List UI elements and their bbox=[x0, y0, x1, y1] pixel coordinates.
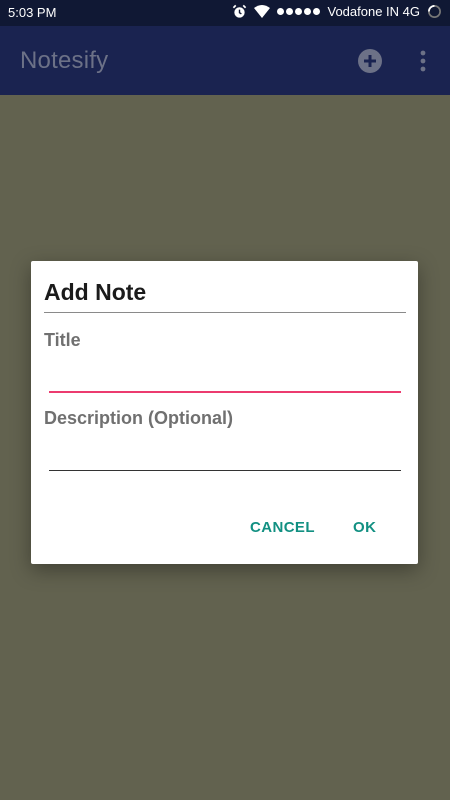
title-input[interactable] bbox=[49, 365, 401, 393]
title-label: Title bbox=[44, 330, 81, 350]
more-vert-icon[interactable] bbox=[418, 50, 428, 72]
add-note-dialog: Add Note Title Description (Optional) CA… bbox=[31, 261, 418, 564]
cancel-button[interactable]: CANCEL bbox=[250, 519, 315, 536]
status-bar: 5:03 PM Vodafone IN 4G bbox=[0, 0, 450, 26]
loading-ring-icon bbox=[427, 4, 442, 19]
status-time: 5:03 PM bbox=[8, 5, 57, 20]
signal-dots bbox=[277, 8, 321, 15]
description-label: Description (Optional) bbox=[44, 408, 233, 428]
app-title: Notesify bbox=[20, 47, 109, 74]
carrier-label: Vodafone IN 4G bbox=[327, 4, 420, 19]
description-input[interactable] bbox=[49, 443, 401, 471]
dialog-title: Add Note bbox=[44, 279, 147, 305]
ok-button[interactable]: OK bbox=[353, 519, 376, 536]
dialog-divider bbox=[44, 312, 406, 313]
alarm-icon bbox=[232, 4, 247, 19]
add-circle-icon[interactable] bbox=[357, 48, 383, 74]
app-bar: Notesify bbox=[0, 26, 450, 95]
status-icons: Vodafone IN 4G bbox=[232, 4, 442, 19]
wifi-icon bbox=[254, 5, 271, 18]
